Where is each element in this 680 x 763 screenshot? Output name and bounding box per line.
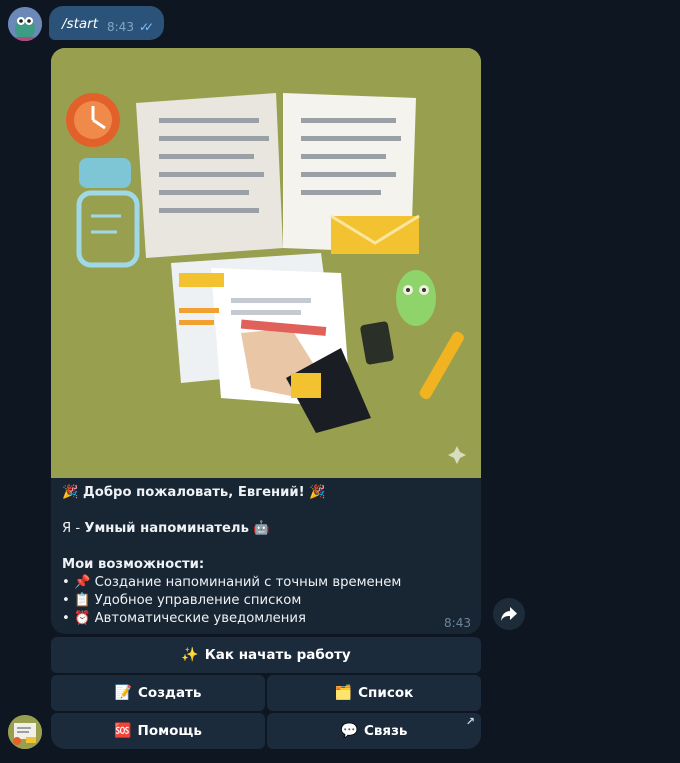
forward-button[interactable] [493, 598, 525, 630]
button-label: Помощь [137, 723, 202, 739]
sos-icon: 🆘 [114, 723, 132, 739]
alarm-clock-icon: ⏰ [73, 611, 91, 626]
button-label: Как начать работу [204, 647, 351, 663]
outgoing-text: /start [62, 16, 98, 32]
pushpin-icon: 📌 [73, 575, 91, 590]
contact-button[interactable]: 💬 Связь ↗ [267, 713, 481, 749]
help-button[interactable]: 🆘 Помощь [51, 713, 265, 749]
speech-bubble-icon: 💬 [340, 723, 358, 739]
bot-message-text: 🎉 Добро пожаловать, Евгений! 🎉 Я - Умный… [62, 484, 472, 628]
intro-line: Я - Умный напоминатель 🤖 [62, 520, 472, 538]
external-link-icon: ↗ [465, 715, 475, 728]
feature-item: • 📋 Удобное управление списком [62, 593, 302, 608]
sparkles-icon: ✨ [181, 647, 199, 663]
memo-icon: 📝 [114, 685, 133, 701]
greeting-text: Добро пожаловать, Евгений! [83, 485, 305, 500]
bot-message-time: 8:43 [444, 616, 471, 630]
list-button[interactable]: 🗂️ Список [267, 675, 481, 711]
feature-text: Создание напоминаний с точным временем [94, 575, 402, 590]
intro-prefix: Я - [62, 521, 85, 536]
create-button[interactable]: 📝 Создать [51, 675, 265, 711]
party-icon: 🎉 [309, 485, 326, 500]
feature-item: • ⏰ Автоматические уведомления [62, 611, 306, 626]
button-label: Список [358, 685, 414, 701]
feature-text: Удобное управление списком [94, 593, 302, 608]
features-title: Мои возможности: [62, 557, 205, 572]
party-icon: 🎉 [62, 485, 79, 500]
button-label: Создать [138, 685, 202, 701]
feature-item: • 📌 Создание напоминаний с точным времен… [62, 575, 402, 590]
read-checkmarks-icon: ✓✓ [139, 20, 154, 34]
outgoing-message[interactable]: /start 8:43 ✓✓ [49, 6, 164, 40]
forward-arrow-icon [501, 607, 517, 621]
user-avatar[interactable] [8, 7, 42, 41]
bot-avatar[interactable] [8, 715, 42, 749]
button-label: Связь [363, 723, 408, 739]
bot-name: Умный напоминатель [84, 521, 249, 536]
bot-message[interactable]: 🎉 Добро пожаловать, Евгений! 🎉 Я - Умный… [51, 48, 481, 634]
outgoing-time: 8:43 [107, 20, 134, 34]
card-index-icon: 🗂️ [334, 685, 353, 701]
clipboard-icon: 📋 [73, 593, 91, 608]
feature-text: Автоматические уведомления [94, 611, 306, 626]
robot-icon: 🤖 [253, 521, 270, 536]
how-to-start-button[interactable]: ✨ Как начать работу [51, 637, 481, 673]
welcome-illustration[interactable] [51, 48, 481, 478]
greeting-line: 🎉 Добро пожаловать, Евгений! 🎉 [62, 484, 472, 502]
